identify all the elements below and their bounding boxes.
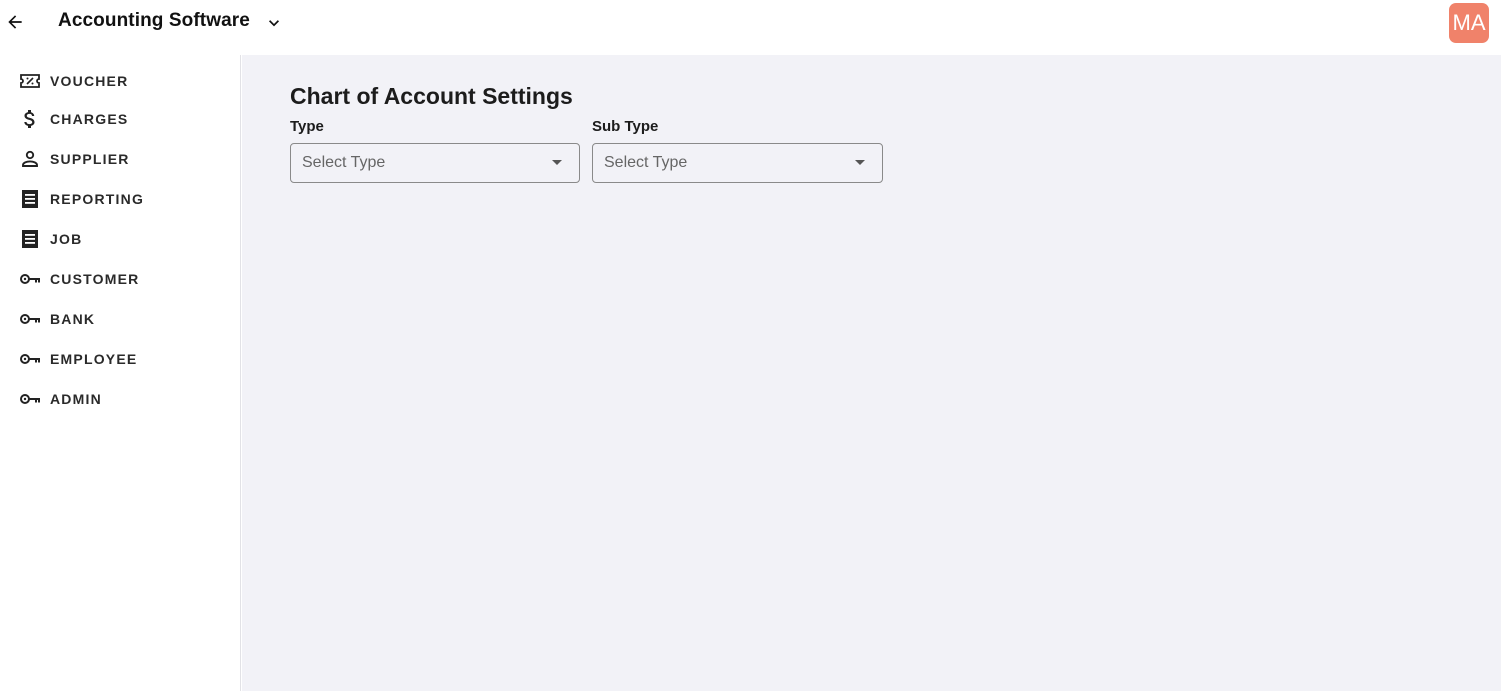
receipt-icon xyxy=(18,187,42,211)
app-switcher-button[interactable] xyxy=(264,13,284,33)
sidebar-item-customer[interactable]: CUSTOMER xyxy=(0,263,241,295)
dropdown-arrow-icon xyxy=(855,160,865,165)
back-button[interactable] xyxy=(4,11,26,33)
app-title: Accounting Software xyxy=(58,10,250,31)
sidebar-item-label: CUSTOMER xyxy=(50,271,140,287)
top-app-bar: Accounting Software MA xyxy=(0,0,1501,55)
key-icon xyxy=(18,307,42,331)
person-icon xyxy=(18,147,42,171)
key-icon xyxy=(18,347,42,371)
key-icon xyxy=(18,387,42,411)
sidebar-item-charges[interactable]: CHARGES xyxy=(0,103,241,135)
sidebar-item-label: ADMIN xyxy=(50,391,102,407)
main-content: Chart of Account Settings Type Select Ty… xyxy=(242,55,1501,691)
sidebar-item-job[interactable]: JOB xyxy=(0,223,241,255)
sidebar-item-label: CHARGES xyxy=(50,111,129,127)
sidebar-item-employee[interactable]: EMPLOYEE xyxy=(0,343,241,375)
dollar-icon xyxy=(18,107,42,131)
sidebar-item-bank[interactable]: BANK xyxy=(0,303,241,335)
dropdown-arrow-icon xyxy=(552,160,562,165)
sidebar: VOUCHER CHARGES SUPPLIER REPORTING JOB C… xyxy=(0,55,241,691)
sidebar-item-label: EMPLOYEE xyxy=(50,351,138,367)
type-select[interactable]: Select Type xyxy=(290,143,580,183)
sidebar-item-label: JOB xyxy=(50,231,83,247)
page-title: Chart of Account Settings xyxy=(290,83,573,109)
sidebar-item-label: VOUCHER xyxy=(50,73,129,89)
type-select-placeholder: Select Type xyxy=(302,154,386,171)
type-label: Type xyxy=(290,118,324,135)
ticket-icon xyxy=(18,69,42,93)
sidebar-item-voucher[interactable]: VOUCHER xyxy=(0,65,241,97)
sidebar-item-label: BANK xyxy=(50,311,96,327)
user-avatar[interactable]: MA xyxy=(1449,3,1489,43)
chevron-down-icon xyxy=(269,20,279,27)
key-icon xyxy=(18,267,42,291)
receipt-icon xyxy=(18,227,42,251)
sidebar-item-reporting[interactable]: REPORTING xyxy=(0,183,241,215)
arrow-left-icon xyxy=(8,15,22,29)
sidebar-item-label: SUPPLIER xyxy=(50,151,130,167)
sub-type-label: Sub Type xyxy=(592,118,659,135)
sub-type-select[interactable]: Select Type xyxy=(592,143,883,183)
sidebar-item-supplier[interactable]: SUPPLIER xyxy=(0,143,241,175)
sidebar-item-label: REPORTING xyxy=(50,191,145,207)
sidebar-item-admin[interactable]: ADMIN xyxy=(0,383,241,415)
sub-type-select-placeholder: Select Type xyxy=(604,154,688,171)
